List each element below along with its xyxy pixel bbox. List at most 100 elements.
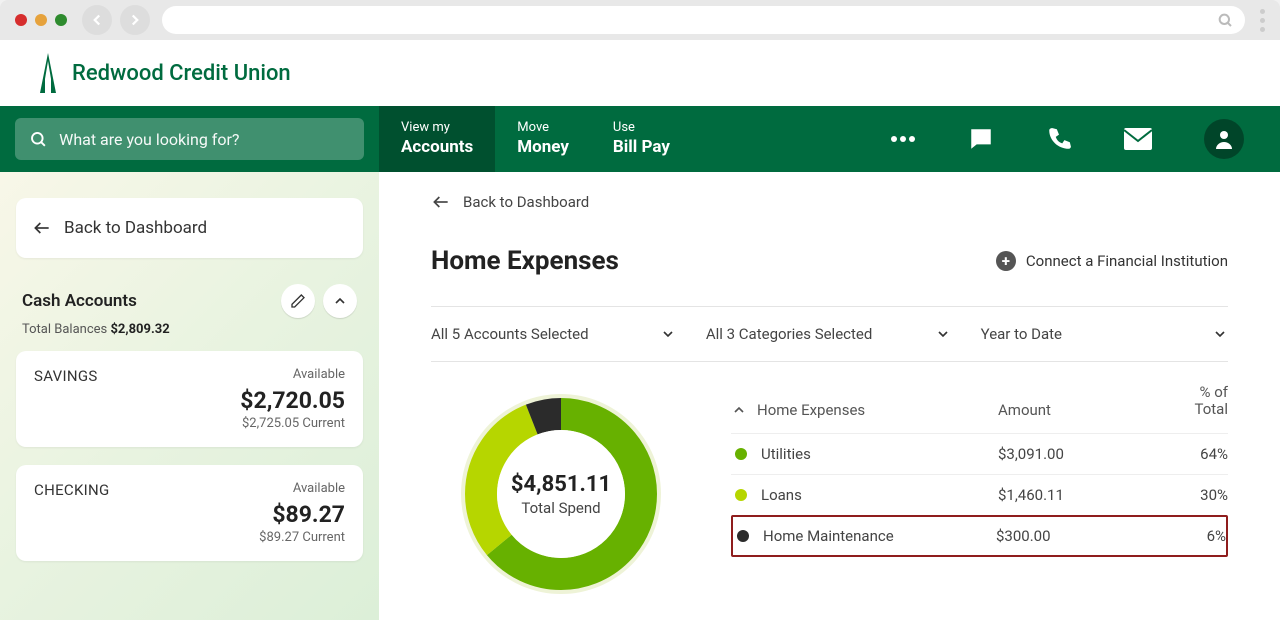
nav-tab-title: Money [517,137,569,158]
chevron-up-icon [332,293,348,309]
sidebar-section-title: Cash Accounts [22,291,137,311]
pct-header-bottom: Total [1158,401,1228,418]
more-menu-button[interactable] [890,135,916,143]
pct-header-top: % of [1158,384,1228,401]
filter-label: All 5 Accounts Selected [431,325,589,343]
edit-accounts-button[interactable] [281,284,315,318]
filter-label: All 3 Categories Selected [706,325,873,343]
account-available-label: Available [293,367,345,382]
category-color-dot [737,530,749,542]
spending-donut-chart: $4,851.11 Total Spend [431,384,691,604]
site-search[interactable] [15,118,364,160]
total-balances-label: Total Balances [22,322,110,337]
total-spend-label: Total Spend [511,499,611,517]
nav-tab-accounts[interactable]: View my Accounts [379,106,495,172]
search-input[interactable] [59,130,350,149]
filter-label: Year to Date [981,325,1062,343]
search-icon [29,129,47,149]
window-controls [15,14,67,26]
account-available-label: Available [293,481,345,496]
table-row-highlighted[interactable]: Home Maintenance $300.00 6% [731,515,1228,557]
search-icon [1217,12,1233,28]
expenses-table: Home Expenses Amount % of Total Utilitie… [731,384,1228,557]
phone-icon[interactable] [1046,126,1072,152]
window-minimize-icon[interactable] [35,14,47,26]
mail-icon[interactable] [1124,128,1152,150]
chat-icon[interactable] [968,126,994,152]
brand-logo[interactable]: Redwood Credit Union [34,51,291,95]
account-name: SAVINGS [34,367,98,385]
total-balances: Total Balances $2,809.32 [16,322,363,351]
account-card-savings[interactable]: SAVINGS Available $2,720.05 $2,725.05 Cu… [16,351,363,447]
nav-tab-pretitle: Use [613,120,670,136]
plus-circle-icon: + [996,251,1016,271]
filter-accounts[interactable]: All 5 Accounts Selected [431,307,706,361]
row-name: Loans [761,486,998,504]
row-pct: 64% [1158,445,1228,463]
category-color-dot [735,489,747,501]
nav-tab-title: Bill Pay [613,137,670,158]
category-color-dot [735,448,747,460]
profile-avatar[interactable] [1204,119,1244,159]
browser-nav-arrows [82,5,150,35]
browser-forward-button[interactable] [120,5,150,35]
table-row[interactable]: Utilities $3,091.00 64% [731,433,1228,474]
filters-row: All 5 Accounts Selected All 3 Categories… [431,306,1228,362]
row-name: Home Maintenance [763,527,996,545]
sidebar-back-button[interactable]: Back to Dashboard [16,198,363,258]
arrow-left-icon [431,192,451,212]
sidebar-back-label: Back to Dashboard [64,218,207,238]
content-back-label: Back to Dashboard [463,193,589,211]
row-amount: $3,091.00 [998,445,1158,463]
primary-nav: View my Accounts Move Money Use Bill Pay [0,106,1280,172]
connect-institution-label: Connect a Financial Institution [1026,252,1228,270]
chevron-down-icon [660,326,676,342]
window-maximize-icon[interactable] [55,14,67,26]
connect-institution-button[interactable]: + Connect a Financial Institution [996,251,1228,271]
row-amount: $300.00 [996,527,1156,545]
sidebar: Back to Dashboard Cash Accounts Total Ba… [0,172,379,620]
account-current: $89.27 Current [34,530,345,545]
account-amount: $89.27 [34,501,345,528]
browser-url-bar[interactable] [162,6,1245,34]
account-name: CHECKING [34,481,110,499]
filter-categories[interactable]: All 3 Categories Selected [706,307,981,361]
nav-tab-pretitle: Move [517,120,569,136]
table-header: Home Expenses Amount % of Total [731,384,1228,433]
browser-menu-button[interactable] [1260,9,1265,32]
account-current: $2,725.05 Current [34,416,345,431]
nav-tabs: View my Accounts Move Money Use Bill Pay [379,106,692,172]
table-row[interactable]: Loans $1,460.11 30% [731,474,1228,515]
chevron-down-icon [1212,326,1228,342]
total-balances-value: $2,809.32 [110,322,169,337]
filter-daterange[interactable]: Year to Date [981,307,1228,361]
row-pct: 30% [1158,486,1228,504]
row-amount: $1,460.11 [998,486,1158,504]
arrow-left-icon [32,218,52,238]
chevron-down-icon [935,326,951,342]
total-spend-amount: $4,851.11 [511,472,611,497]
nav-tab-bill-pay[interactable]: Use Bill Pay [591,106,692,172]
nav-tab-pretitle: View my [401,120,473,136]
account-card-checking[interactable]: CHECKING Available $89.27 $89.27 Current [16,465,363,561]
account-amount: $2,720.05 [34,387,345,414]
nav-tab-title: Accounts [401,137,473,158]
window-close-icon[interactable] [15,14,27,26]
chevron-up-icon[interactable] [731,402,747,418]
redwood-tree-icon [34,51,62,95]
browser-back-button[interactable] [82,5,112,35]
content-back-link[interactable]: Back to Dashboard [431,192,1228,212]
brand-name: Redwood Credit Union [72,61,291,86]
row-name: Utilities [761,445,998,463]
amount-header: Amount [998,401,1158,419]
browser-chrome [0,0,1280,40]
pencil-icon [290,293,306,309]
page-title: Home Expenses [431,246,619,276]
row-pct: 6% [1156,527,1226,545]
content: Back to Dashboard Home Expenses + Connec… [379,172,1280,620]
person-icon [1212,127,1236,151]
collapse-accounts-button[interactable] [323,284,357,318]
category-header: Home Expenses [757,401,865,419]
logo-bar: Redwood Credit Union [0,40,1280,106]
nav-tab-move-money[interactable]: Move Money [495,106,591,172]
